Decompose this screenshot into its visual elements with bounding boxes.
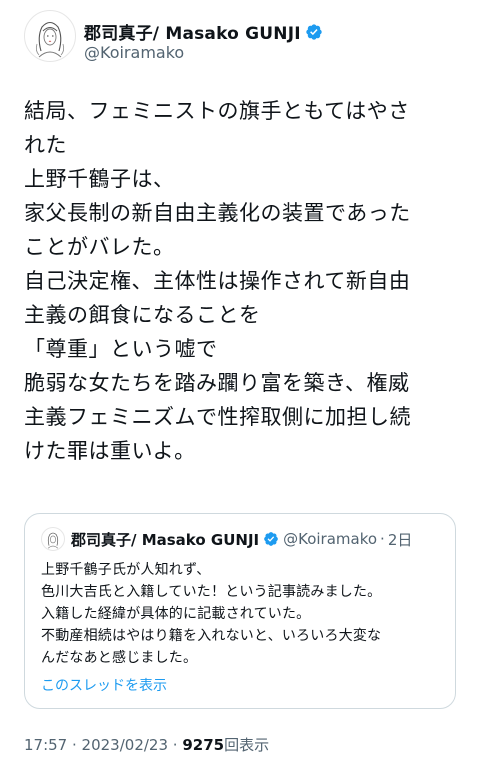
- tweet-text-line: 主義フェミニズムで性搾取側に加担し続: [24, 405, 411, 429]
- quoted-text-line: 入籍した経緯が具体的に記載されていた。: [41, 606, 311, 622]
- illustrated-portrait-avatar: [35, 21, 65, 58]
- verified-badge-icon: [264, 532, 278, 546]
- tweet-text-line: けた罪は重いよ。: [24, 439, 196, 463]
- tweet-text-line: 主義の餌食になることを: [24, 303, 261, 327]
- quoted-tweet-card[interactable]: 郡司真子/ Masako GUNJI @Koiramako · 2日 上野千鶴子…: [24, 513, 456, 709]
- tweet-text-line: 結局、フェミニストの旗手ともてはやさ: [24, 99, 410, 123]
- tweet-metadata: 17:57 · 2023/02/23 · 9275回表示: [24, 734, 269, 755]
- show-thread-link[interactable]: このスレッドを表示: [41, 675, 167, 695]
- quoted-date[interactable]: 2日: [388, 529, 413, 550]
- tweet-date[interactable]: 2023/02/23: [82, 736, 168, 754]
- separator-dot: ·: [380, 530, 385, 548]
- quoted-display-name: 郡司真子/ Masako GUNJI: [71, 530, 260, 549]
- illustrated-portrait-avatar: [47, 532, 59, 549]
- quoted-text-line: 上野千鶴子氏が人知れず、: [41, 562, 211, 578]
- separator-dot: ·: [168, 736, 183, 754]
- tweet-text-line: 家父長制の新自由主義化の装置であった: [24, 201, 411, 225]
- avatar[interactable]: [24, 10, 76, 62]
- quoted-avatar: [41, 527, 65, 551]
- quoted-text-line: 不動産相続はやはり籍を入れないと、いろいろ大変な: [41, 628, 382, 644]
- tweet-text-line: 「尊重」という嘘で: [24, 337, 218, 361]
- quoted-tweet-header: 郡司真子/ Masako GUNJI @Koiramako · 2日: [41, 527, 412, 551]
- separator-dot: ·: [67, 736, 82, 754]
- quoted-text-line: んだなあと感じました。: [41, 650, 198, 666]
- tweet-header: 郡司真子/ Masako GUNJI @Koiramako: [24, 10, 464, 70]
- tweet-time[interactable]: 17:57: [24, 736, 67, 754]
- view-count: 9275: [182, 736, 225, 754]
- author-handle[interactable]: @Koiramako: [84, 43, 184, 62]
- tweet-text-line: れた: [24, 133, 67, 157]
- view-count-label: 回表示: [224, 736, 270, 754]
- display-name[interactable]: 郡司真子/ Masako GUNJI: [84, 19, 301, 44]
- quoted-handle: @Koiramako: [283, 530, 378, 548]
- tweet-text-line: ことがバレた。: [24, 235, 175, 259]
- author-name-row[interactable]: 郡司真子/ Masako GUNJI: [84, 19, 323, 44]
- quoted-text-line: 色川大吉氏と入籍していた！という記事読みました。: [41, 584, 382, 600]
- quoted-tweet-text: 上野千鶴子氏が人知れず、 色川大吉氏と入籍していた！という記事読みました。 入籍…: [41, 559, 445, 669]
- verified-badge-icon: [306, 23, 322, 40]
- tweet-text-line: 自己決定権、主体性は操作されて新自由: [24, 269, 411, 293]
- tweet-text-line: 脆弱な女たちを踏み躙り富を築き、権威: [24, 371, 410, 395]
- tweet-text: 結局、フェミニストの旗手ともてはやさ れた 上野千鶴子は、 家父長制の新自由主義…: [24, 94, 464, 468]
- tweet-text-line: 上野千鶴子は、: [24, 167, 175, 191]
